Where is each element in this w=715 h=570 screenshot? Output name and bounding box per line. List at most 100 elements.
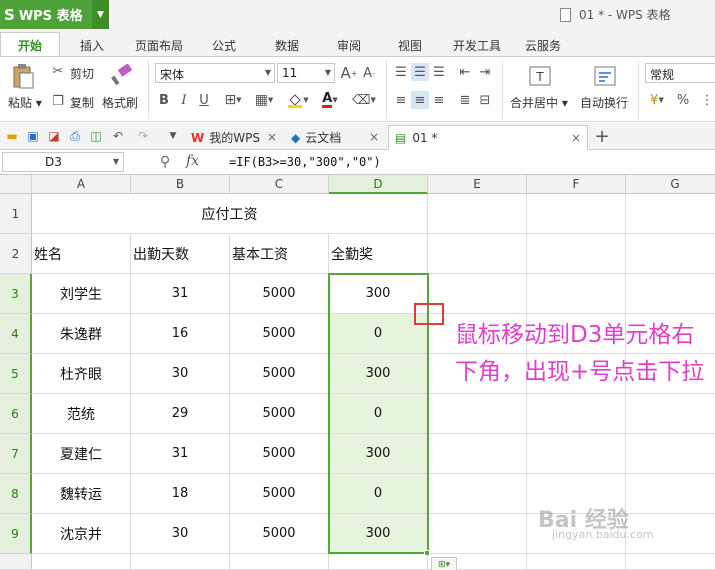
export-pdf-icon[interactable]: ◪: [46, 128, 62, 144]
close-icon[interactable]: ×: [267, 130, 277, 144]
cell[interactable]: [428, 434, 527, 474]
more-icon[interactable]: ⋮: [700, 91, 714, 109]
format-painter-icon[interactable]: [108, 63, 134, 87]
cell[interactable]: [626, 434, 715, 474]
wps-app-menu-button[interactable]: S WPS 表格: [0, 0, 92, 29]
tab-home[interactable]: 开始: [0, 32, 60, 58]
cell[interactable]: [626, 554, 715, 570]
days-cell[interactable]: 31: [131, 434, 230, 474]
base-salary-cell[interactable]: 5000: [230, 434, 329, 474]
paste-button[interactable]: 粘贴 ▾: [8, 94, 42, 111]
font-size-select[interactable]: 11 ▼: [277, 63, 335, 83]
cell[interactable]: [527, 554, 626, 570]
days-cell[interactable]: 29: [131, 394, 230, 434]
name-cell[interactable]: 沈京并: [32, 514, 131, 554]
tab-data[interactable]: 数据: [275, 37, 299, 54]
currency-icon[interactable]: ¥ ▼: [645, 91, 669, 109]
zoom-search-icon[interactable]: ⚲: [160, 154, 170, 170]
cell[interactable]: [626, 194, 715, 234]
bonus-cell[interactable]: 300: [329, 354, 428, 394]
column-header-d[interactable]: D: [329, 175, 428, 194]
undo-icon[interactable]: ↶: [110, 128, 126, 144]
tab-insert[interactable]: 插入: [80, 37, 104, 54]
outdent-icon[interactable]: ⇤: [456, 63, 474, 81]
cell[interactable]: [428, 394, 527, 434]
row-header-6[interactable]: 6: [0, 394, 32, 434]
cell[interactable]: [131, 554, 230, 570]
percent-button[interactable]: %: [676, 91, 690, 109]
days-cell[interactable]: 31: [131, 274, 230, 314]
days-cell[interactable]: 30: [131, 354, 230, 394]
increase-font-icon[interactable]: A +: [340, 64, 358, 82]
row-header-4[interactable]: 4: [0, 314, 32, 354]
base-salary-cell[interactable]: 5000: [230, 314, 329, 354]
close-icon[interactable]: ×: [571, 131, 581, 145]
cell[interactable]: [527, 234, 626, 274]
cell[interactable]: [428, 194, 527, 234]
align-left-icon[interactable]: ≡: [392, 91, 410, 109]
row-header-8[interactable]: 8: [0, 474, 32, 514]
cell-shading-icon[interactable]: ▦ ▼: [250, 91, 278, 109]
row-header-10[interactable]: [0, 554, 32, 570]
header-base-cell[interactable]: 基本工资: [230, 234, 329, 274]
row-header-5[interactable]: 5: [0, 354, 32, 394]
name-cell[interactable]: 杜齐眼: [32, 354, 131, 394]
header-days-cell[interactable]: 出勤天数: [131, 234, 230, 274]
cell[interactable]: [626, 234, 715, 274]
bonus-cell[interactable]: 300: [329, 434, 428, 474]
cell[interactable]: [428, 514, 527, 554]
fill-color-icon[interactable]: ▼: [284, 91, 312, 109]
tab-view[interactable]: 视图: [398, 37, 422, 54]
bold-icon[interactable]: B: [156, 91, 172, 109]
row-header-1[interactable]: 1: [0, 194, 32, 234]
align-top-icon[interactable]: ☰: [392, 63, 410, 81]
tab-developer[interactable]: 开发工具: [453, 37, 501, 54]
formula-input[interactable]: =IF(B3>=30,"300","0"): [229, 155, 381, 169]
new-tab-icon[interactable]: +: [594, 126, 610, 147]
wrap-text-icon[interactable]: [592, 63, 618, 89]
cell[interactable]: [527, 194, 626, 234]
cell[interactable]: [230, 554, 329, 570]
cell[interactable]: [428, 474, 527, 514]
copy-button[interactable]: 复制: [70, 94, 94, 111]
align-center-icon[interactable]: ≡: [411, 91, 429, 109]
autofill-options-icon[interactable]: ⊞▾: [431, 557, 457, 570]
column-header-e[interactable]: E: [428, 175, 527, 194]
sheet-title-cell[interactable]: 应付工资: [32, 194, 428, 234]
base-salary-cell[interactable]: 5000: [230, 514, 329, 554]
cell[interactable]: [428, 234, 527, 274]
row-header-3[interactable]: 3: [0, 274, 32, 314]
bonus-cell[interactable]: 0: [329, 474, 428, 514]
insert-function-icon[interactable]: fx: [186, 153, 199, 169]
column-header-a[interactable]: A: [32, 175, 131, 194]
name-cell[interactable]: 夏建仁: [32, 434, 131, 474]
cell[interactable]: [626, 394, 715, 434]
indent-icon[interactable]: ⇥: [476, 63, 494, 81]
align-middle-icon[interactable]: ☰: [411, 63, 429, 81]
cell[interactable]: [329, 554, 428, 570]
fill-handle[interactable]: [424, 550, 430, 556]
customize-dropdown-icon[interactable]: ▼: [165, 128, 181, 144]
cell[interactable]: [626, 274, 715, 314]
base-salary-cell[interactable]: 5000: [230, 274, 329, 314]
font-color-icon[interactable]: A ▼: [316, 91, 344, 109]
column-header-b[interactable]: B: [131, 175, 230, 194]
header-bonus-cell[interactable]: 全勤奖: [329, 234, 428, 274]
merge-center-button[interactable]: 合并居中 ▾: [510, 94, 568, 111]
days-cell[interactable]: 18: [131, 474, 230, 514]
days-cell[interactable]: 16: [131, 314, 230, 354]
open-folder-icon[interactable]: ▬: [4, 128, 20, 144]
print-icon[interactable]: ⎙: [67, 128, 83, 144]
tab-cloud-docs[interactable]: ◆ 云文档 ×: [285, 125, 385, 150]
base-salary-cell[interactable]: 5000: [230, 354, 329, 394]
select-all-corner[interactable]: [0, 175, 32, 194]
tab-document-01[interactable]: ▤ 01 * ×: [388, 125, 588, 150]
base-salary-cell[interactable]: 5000: [230, 474, 329, 514]
paste-icon[interactable]: [10, 63, 36, 89]
bonus-cell[interactable]: 300: [329, 514, 428, 554]
tab-formulas[interactable]: 公式: [212, 37, 236, 54]
days-cell[interactable]: 30: [131, 514, 230, 554]
distribute-icon[interactable]: ⊟: [476, 91, 494, 109]
name-box[interactable]: D3 ▼: [2, 152, 124, 172]
cell[interactable]: [32, 554, 131, 570]
